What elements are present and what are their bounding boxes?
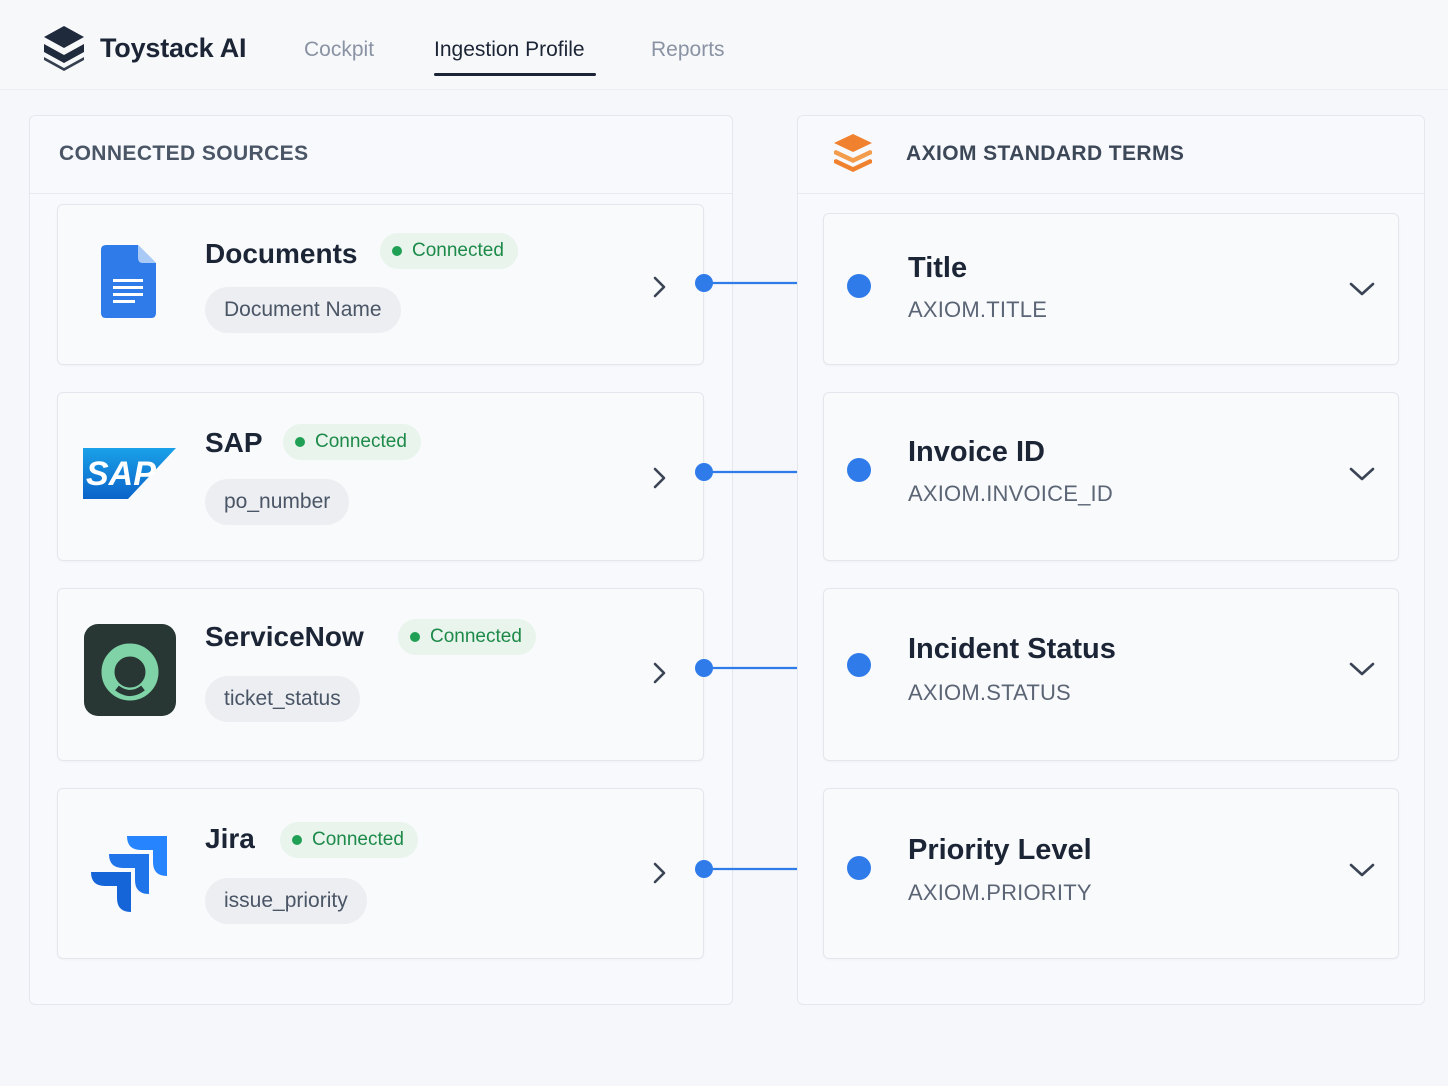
- chevron-down-icon[interactable]: [1348, 465, 1376, 483]
- term-dot-icon: [847, 653, 871, 677]
- status-badge: Connected: [380, 233, 518, 269]
- toystack-logo-icon: [44, 26, 84, 71]
- status-label: Connected: [430, 626, 522, 647]
- active-tab-indicator: [434, 73, 596, 76]
- mapping-connector-arrow: [695, 463, 811, 481]
- chevron-down-icon[interactable]: [1348, 280, 1376, 298]
- jira-icon: [91, 836, 167, 912]
- term-card-title[interactable]: Title AXIOM.TITLE: [823, 213, 1399, 365]
- mapping-connector-arrow: [695, 659, 811, 677]
- source-card-sap[interactable]: SAP SAP Connected po_number: [57, 392, 704, 561]
- panel-title: AXIOM STANDARD TERMS: [906, 142, 1185, 165]
- status-badge: Connected: [283, 424, 421, 460]
- chevron-right-icon[interactable]: [651, 466, 669, 490]
- app-name: Toystack AI: [100, 32, 247, 63]
- status-badge: Connected: [280, 822, 418, 858]
- term-code: AXIOM.PRIORITY: [908, 880, 1092, 905]
- chevron-right-icon[interactable]: [651, 275, 669, 299]
- layers-stack-icon: [834, 134, 872, 172]
- status-label: Connected: [315, 431, 407, 452]
- term-card-priority-level[interactable]: Priority Level AXIOM.PRIORITY: [823, 788, 1399, 959]
- term-title: Priority Level: [908, 834, 1092, 866]
- source-field-chip[interactable]: issue_priority: [205, 878, 367, 924]
- status-badge: Connected: [398, 619, 536, 655]
- panel-header: AXIOM STANDARD TERMS: [798, 116, 1424, 194]
- sap-logo-icon: SAP: [83, 448, 176, 499]
- chevron-down-icon[interactable]: [1348, 861, 1376, 879]
- term-title: Invoice ID: [908, 436, 1045, 468]
- panel-title: CONNECTED SOURCES: [59, 142, 309, 165]
- source-field-chip[interactable]: Document Name: [205, 287, 401, 333]
- source-field-chip[interactable]: po_number: [205, 479, 350, 525]
- mapping-connector-arrow: [695, 860, 811, 878]
- source-field-label: po_number: [224, 490, 331, 513]
- source-name: ServiceNow: [205, 621, 364, 652]
- panel-header: CONNECTED SOURCES: [30, 116, 732, 194]
- status-dot-icon: [392, 246, 402, 256]
- term-code: AXIOM.STATUS: [908, 680, 1071, 705]
- status-label: Connected: [312, 829, 404, 850]
- term-dot-icon: [847, 274, 871, 298]
- source-field-label: issue_priority: [224, 889, 348, 912]
- chevron-down-icon[interactable]: [1348, 660, 1376, 678]
- source-field-label: ticket_status: [224, 687, 341, 710]
- status-dot-icon: [292, 835, 302, 845]
- term-card-incident-status[interactable]: Incident Status AXIOM.STATUS: [823, 588, 1399, 761]
- term-dot-icon: [847, 856, 871, 880]
- term-code: AXIOM.INVOICE_ID: [908, 481, 1113, 506]
- source-name: Documents: [205, 238, 358, 269]
- chevron-right-icon[interactable]: [651, 861, 669, 885]
- term-title: Title: [908, 252, 968, 284]
- source-name: Jira: [205, 823, 255, 854]
- source-card-servicenow[interactable]: ServiceNow Connected ticket_status: [57, 588, 704, 761]
- servicenow-icon: [84, 624, 176, 716]
- status-label: Connected: [412, 240, 504, 261]
- svg-text:SAP: SAP: [86, 455, 156, 493]
- status-dot-icon: [295, 437, 305, 447]
- source-name: SAP: [205, 427, 263, 458]
- source-field-label: Document Name: [224, 298, 382, 321]
- term-code: AXIOM.TITLE: [908, 297, 1048, 322]
- source-field-chip[interactable]: ticket_status: [205, 676, 360, 722]
- chevron-right-icon[interactable]: [651, 661, 669, 685]
- term-dot-icon: [847, 458, 871, 482]
- tab-reports[interactable]: Reports: [651, 38, 725, 62]
- term-card-invoice-id[interactable]: Invoice ID AXIOM.INVOICE_ID: [823, 392, 1399, 561]
- source-card-jira[interactable]: Jira Connected issue_priority: [57, 788, 704, 959]
- tab-ingestion-profile[interactable]: Ingestion Profile: [434, 38, 585, 62]
- term-title: Incident Status: [908, 633, 1116, 665]
- google-docs-icon: [101, 245, 156, 318]
- mapping-connector-arrow: [695, 274, 811, 292]
- tab-cockpit[interactable]: Cockpit: [304, 38, 374, 62]
- brand[interactable]: Toystack AI: [42, 24, 247, 72]
- source-card-documents[interactable]: Documents Connected Document Name: [57, 204, 704, 365]
- top-navigation-bar: Toystack AI Cockpit Ingestion Profile Re…: [0, 0, 1448, 90]
- status-dot-icon: [410, 632, 420, 642]
